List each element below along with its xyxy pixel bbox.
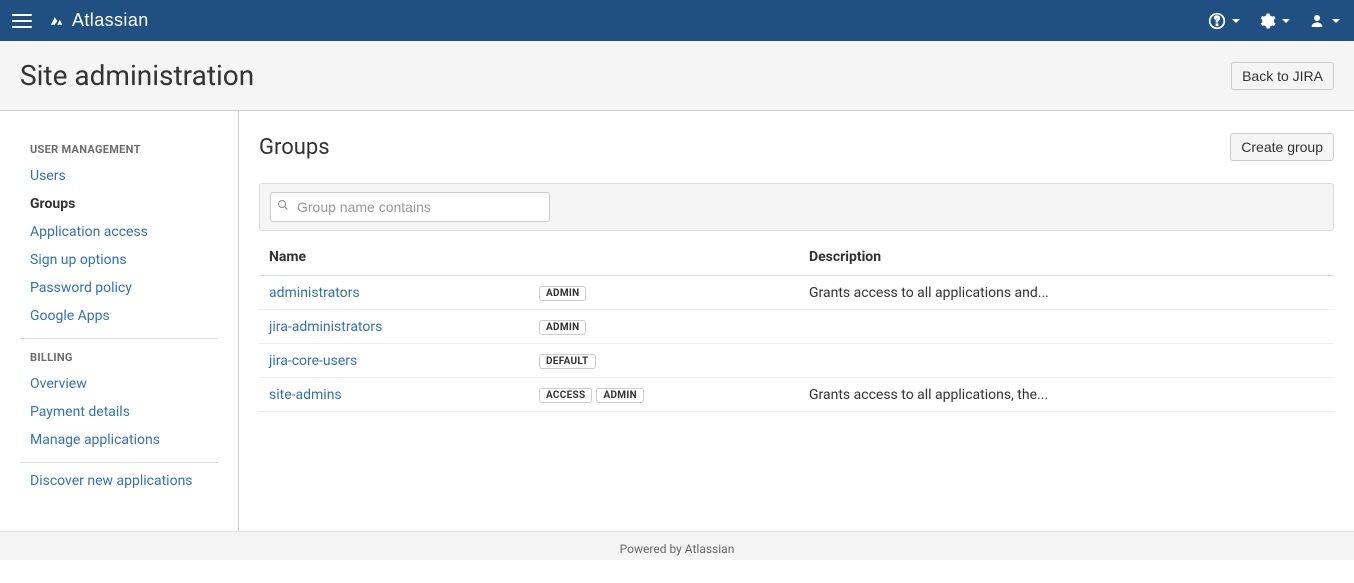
sidebar-divider xyxy=(20,462,218,463)
group-search-input[interactable] xyxy=(270,192,550,222)
sidebar-item-label: Sign up options xyxy=(30,252,127,268)
help-icon xyxy=(1208,12,1226,30)
sidebar: USER MANAGEMENT Users Groups Application… xyxy=(0,111,239,531)
chevron-down-icon xyxy=(1282,19,1290,23)
sidebar-item-label: Overview xyxy=(30,376,87,392)
sidebar-item-discover-applications[interactable]: Discover new applications xyxy=(0,467,238,495)
filter-bar xyxy=(259,183,1334,231)
global-navbar: Atlassian xyxy=(0,0,1354,41)
sidebar-item-groups[interactable]: Groups xyxy=(0,190,238,218)
sidebar-section-user-management: USER MANAGEMENT xyxy=(0,135,238,162)
group-badges-cell: ADMIN xyxy=(529,310,799,344)
sidebar-item-label: Password policy xyxy=(30,280,132,296)
settings-menu[interactable] xyxy=(1256,8,1292,34)
help-menu[interactable] xyxy=(1206,8,1242,34)
sidebar-list-user-management: Users Groups Application access Sign up … xyxy=(0,162,238,330)
profile-menu[interactable] xyxy=(1306,8,1342,34)
group-description-cell xyxy=(799,344,1334,378)
sidebar-item-label: Users xyxy=(30,168,66,184)
create-group-button[interactable]: Create group xyxy=(1230,133,1334,161)
atlassian-logo-icon xyxy=(46,11,66,31)
sidebar-item-payment-details[interactable]: Payment details xyxy=(0,398,238,426)
group-description-cell xyxy=(799,310,1334,344)
footer: Powered by Atlassian xyxy=(0,531,1354,560)
section-header: Groups Create group xyxy=(259,133,1334,161)
navbar-right xyxy=(1206,8,1342,34)
group-badges-cell: ACCESS ADMIN xyxy=(529,378,799,412)
groups-table: Name Description administrators ADMIN Gran… xyxy=(259,239,1334,412)
sidebar-item-password-policy[interactable]: Password policy xyxy=(0,274,238,302)
sidebar-list-extra: Discover new applications xyxy=(0,467,238,495)
page-header: Site administration Back to JIRA xyxy=(0,41,1354,111)
main-content: Groups Create group Name Description adm… xyxy=(239,111,1354,531)
sidebar-item-application-access[interactable]: Application access xyxy=(0,218,238,246)
column-header-name: Name xyxy=(259,239,799,276)
sidebar-item-label: Payment details xyxy=(30,404,130,420)
sidebar-section-billing: BILLING xyxy=(0,343,238,370)
sidebar-item-label: Google Apps xyxy=(30,308,110,324)
table-header-row: Name Description xyxy=(259,239,1334,276)
sidebar-item-overview[interactable]: Overview xyxy=(0,370,238,398)
group-description-cell: Grants access to all applications and... xyxy=(799,276,1334,310)
group-name-cell: site-admins xyxy=(259,378,529,412)
sidebar-item-users[interactable]: Users xyxy=(0,162,238,190)
chevron-down-icon xyxy=(1232,19,1240,23)
group-badges-cell: ADMIN xyxy=(529,276,799,310)
app-switcher-icon[interactable] xyxy=(12,14,32,28)
group-badges-cell: DEFAULT xyxy=(529,344,799,378)
brand-logo[interactable]: Atlassian xyxy=(46,10,149,31)
sidebar-item-label: Application access xyxy=(30,224,148,240)
sidebar-item-google-apps[interactable]: Google Apps xyxy=(0,302,238,330)
group-name-cell: administrators xyxy=(259,276,529,310)
group-link[interactable]: jira-core-users xyxy=(269,353,357,369)
group-link[interactable]: site-admins xyxy=(269,387,342,403)
group-name-cell: jira-core-users xyxy=(259,344,529,378)
table-row: jira-administrators ADMIN xyxy=(259,310,1334,344)
group-link[interactable]: administrators xyxy=(269,285,360,301)
table-row: jira-core-users DEFAULT xyxy=(259,344,1334,378)
column-header-description: Description xyxy=(799,239,1334,276)
gear-icon xyxy=(1258,12,1276,30)
group-badge: ADMIN xyxy=(596,388,643,403)
sidebar-item-label: Discover new applications xyxy=(30,473,193,489)
section-title: Groups xyxy=(259,135,330,160)
sidebar-divider xyxy=(20,338,218,339)
navbar-left: Atlassian xyxy=(12,10,149,31)
group-description-cell: Grants access to all applications, the..… xyxy=(799,378,1334,412)
group-badge: ADMIN xyxy=(539,286,586,301)
search-icon xyxy=(277,199,289,215)
group-badge: DEFAULT xyxy=(539,354,596,369)
back-to-jira-button[interactable]: Back to JIRA xyxy=(1231,62,1334,90)
sidebar-item-label: Manage applications xyxy=(30,432,160,448)
sidebar-item-label: Groups xyxy=(30,196,75,212)
search-wrapper xyxy=(270,192,550,222)
sidebar-item-manage-applications[interactable]: Manage applications xyxy=(0,426,238,454)
page-title: Site administration xyxy=(20,59,254,92)
page-body: USER MANAGEMENT Users Groups Application… xyxy=(0,111,1354,531)
group-badge: ACCESS xyxy=(539,388,592,403)
group-name-cell: jira-administrators xyxy=(259,310,529,344)
chevron-down-icon xyxy=(1332,19,1340,23)
sidebar-list-billing: Overview Payment details Manage applicat… xyxy=(0,370,238,454)
table-row: site-admins ACCESS ADMIN Grants access to a… xyxy=(259,378,1334,412)
brand-name: Atlassian xyxy=(72,10,149,31)
sidebar-item-sign-up-options[interactable]: Sign up options xyxy=(0,246,238,274)
group-badge: ADMIN xyxy=(539,320,586,335)
user-icon xyxy=(1308,12,1326,30)
table-row: administrators ADMIN Grants access to all … xyxy=(259,276,1334,310)
footer-text: Powered by Atlassian xyxy=(620,542,735,556)
group-link[interactable]: jira-administrators xyxy=(269,319,382,335)
